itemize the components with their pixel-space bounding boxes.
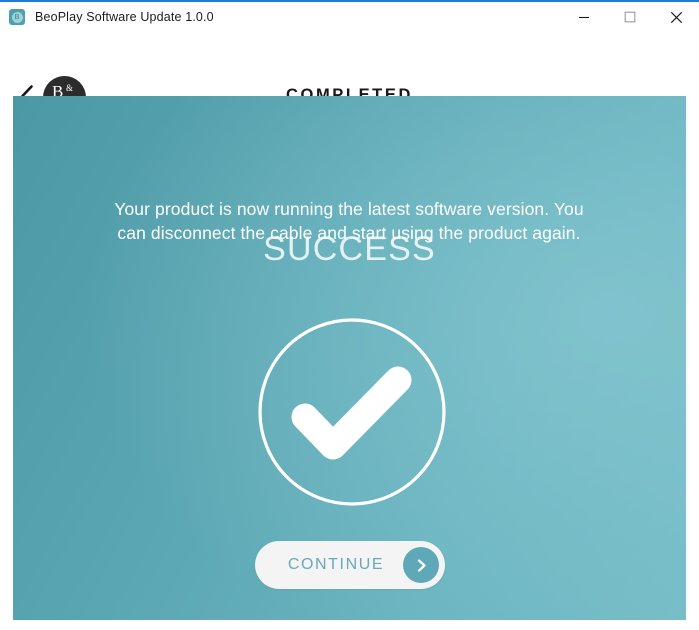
beoplay-app-icon: B <box>9 9 25 25</box>
chevron-right-icon[interactable] <box>403 547 439 583</box>
close-button[interactable] <box>653 2 699 32</box>
checkmark-circle-icon <box>256 316 448 508</box>
window-title: BeoPlay Software Update 1.0.0 <box>35 10 214 24</box>
maximize-icon <box>624 11 636 23</box>
success-message: Your product is now running the latest s… <box>114 199 584 243</box>
app-header: B & O COMPLETED <box>0 32 699 119</box>
content-panel: SUCCESS Your product is now running the … <box>13 96 686 620</box>
close-icon <box>670 11 683 24</box>
minimize-icon <box>578 11 590 23</box>
minimize-button[interactable] <box>561 2 607 32</box>
continue-button[interactable]: CONTINUE <box>255 541 445 589</box>
app-icon-glyph: B <box>11 11 23 23</box>
window-controls <box>561 2 699 32</box>
maximize-button[interactable] <box>607 2 653 32</box>
title-bar[interactable]: B BeoPlay Software Update 1.0.0 <box>0 2 699 32</box>
continue-button-label: CONTINUE <box>287 556 385 573</box>
application-window: B BeoPlay Software Update 1.0.0 B & COMP… <box>0 0 699 630</box>
